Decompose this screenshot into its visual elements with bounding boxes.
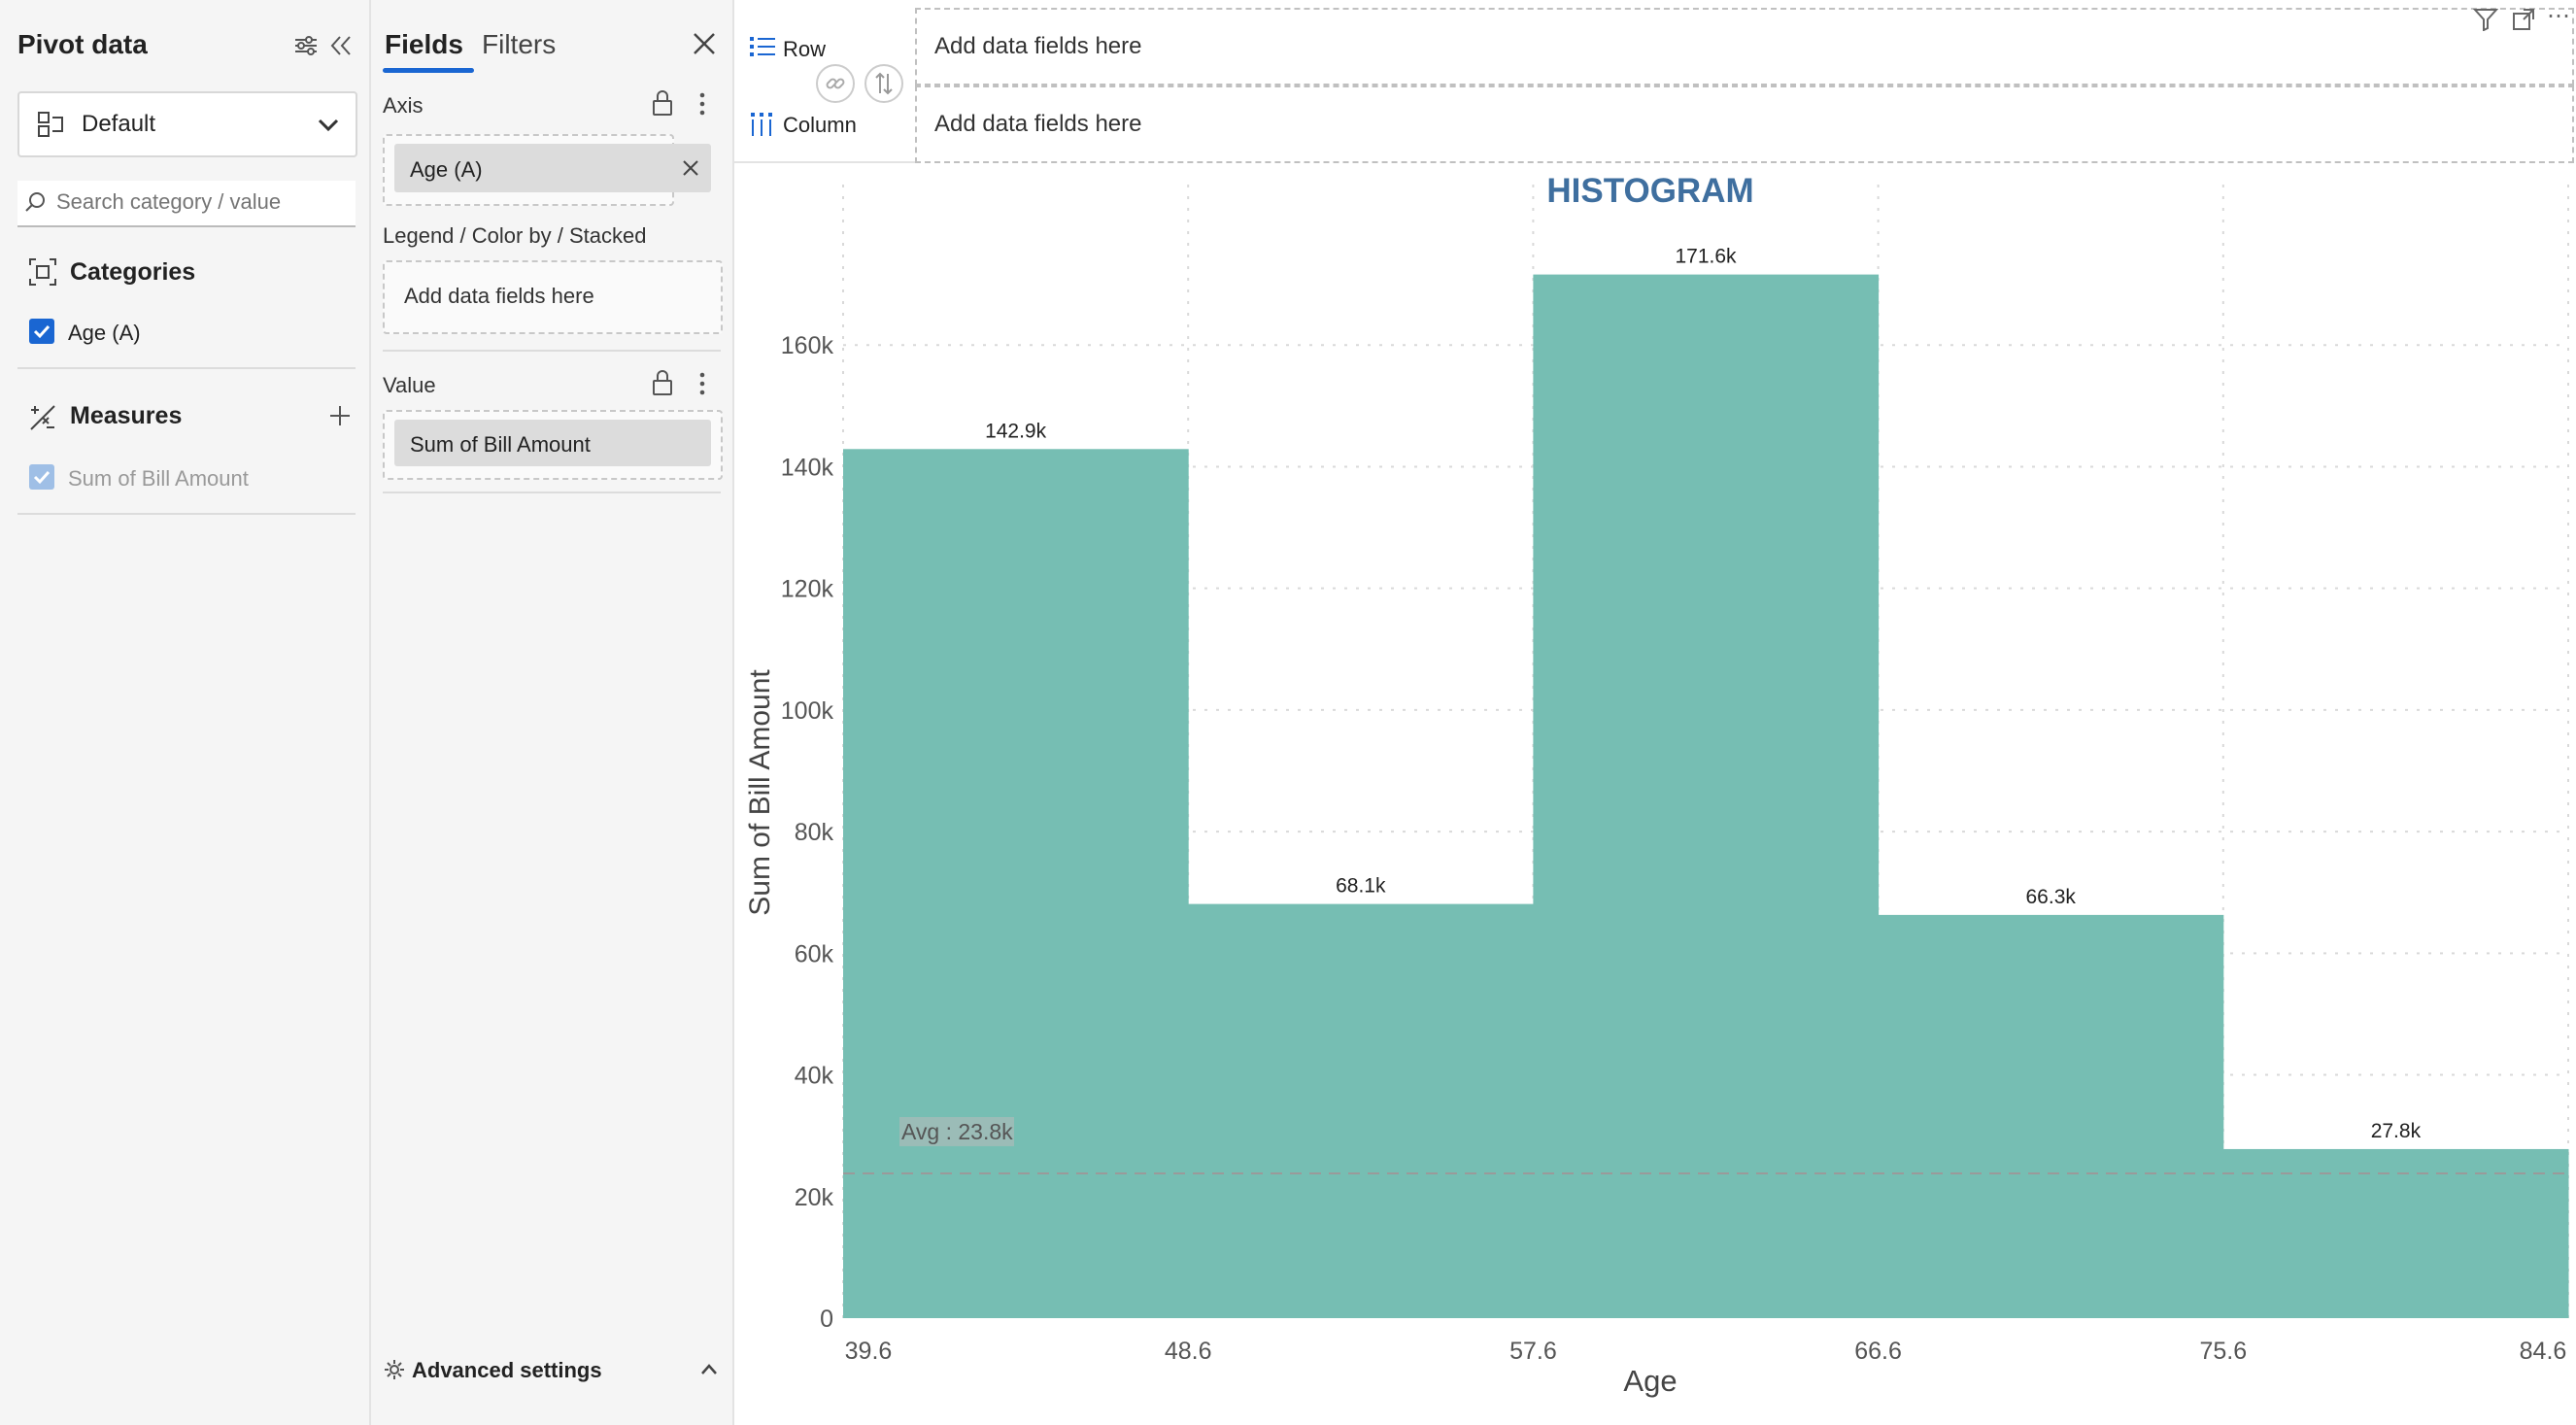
bar-data-label: 171.6k — [1675, 246, 1737, 268]
y-tick-label: 120k — [781, 576, 834, 603]
column-dropzone[interactable]: Add data fields here — [915, 85, 2574, 163]
histogram-bar — [1188, 903, 1534, 1318]
x-axis-title: Age — [1623, 1364, 1677, 1398]
filter-icon[interactable] — [2473, 8, 2498, 31]
checkbox-checked-icon[interactable] — [29, 319, 54, 344]
y-tick-label: 60k — [795, 940, 834, 967]
y-tick-label: 20k — [795, 1184, 834, 1211]
dropdown-value: Default — [82, 111, 156, 137]
chevron-up-icon — [699, 1360, 719, 1379]
value-field-chip[interactable]: Sum of Bill Amount — [394, 420, 711, 466]
checkbox-checked-disabled-icon — [29, 464, 54, 490]
column-shelf-label: Column — [783, 113, 857, 137]
row-placeholder: Add data fields here — [934, 33, 1142, 59]
more-options-icon[interactable] — [697, 371, 707, 396]
histogram-bar — [1533, 274, 1880, 1319]
category-item-label: Age (A) — [68, 321, 141, 345]
x-tick-label: 48.6 — [1165, 1338, 1212, 1365]
axis-chip-label: Age (A) — [410, 157, 483, 182]
column-placeholder: Add data fields here — [934, 111, 1142, 137]
row-shelf-label: Row — [783, 37, 827, 61]
lock-icon[interactable] — [651, 369, 674, 396]
row-dropzone[interactable]: Add data fields here — [915, 8, 2574, 85]
axis-dropzone[interactable]: Age (A) — [383, 134, 711, 206]
histogram-bar — [843, 449, 1189, 1318]
bar-data-label: 66.3k — [2026, 886, 2077, 908]
y-tick-label: 40k — [795, 1063, 834, 1090]
gear-icon — [383, 1358, 406, 1381]
fields-pane: Fields Filters Axis Age (A) Legend / Col… — [371, 0, 734, 1425]
x-tick-label: 66.6 — [1854, 1338, 1902, 1365]
legend-dropzone[interactable]: Add data fields here — [383, 260, 723, 334]
advanced-settings-label: Advanced settings — [412, 1358, 602, 1382]
chart-title: HISTOGRAM — [1546, 172, 1753, 210]
pivot-title: Pivot data — [17, 29, 148, 59]
column-icon — [750, 113, 773, 136]
search-icon — [23, 190, 47, 214]
bar-data-label: 27.8k — [2371, 1120, 2422, 1142]
more-options-icon[interactable] — [697, 91, 707, 117]
bar-data-label: 142.9k — [985, 420, 1047, 442]
x-tick-label: 75.6 — [2199, 1338, 2247, 1365]
link-icon[interactable] — [816, 64, 855, 103]
swap-axes-icon[interactable] — [864, 64, 903, 103]
settings-sliders-icon[interactable] — [293, 33, 319, 58]
histogram-bar — [1878, 914, 2224, 1318]
divider — [17, 513, 356, 515]
tab-fields[interactable]: Fields — [385, 29, 463, 60]
expand-icon[interactable] — [2512, 8, 2535, 31]
search-input[interactable] — [54, 187, 350, 218]
y-axis-title: Sum of Bill Amount — [744, 669, 776, 916]
close-icon[interactable] — [692, 31, 717, 56]
advanced-settings-toggle[interactable]: Advanced settings — [383, 1350, 721, 1389]
y-tick-label: 100k — [781, 697, 834, 725]
main-area: Row Add data fields here ⋯ Column Add da… — [734, 0, 2576, 1425]
legend-label: Legend / Color by / Stacked — [383, 223, 647, 248]
x-tick-label: 57.6 — [1509, 1338, 1557, 1365]
add-measure-plus-icon[interactable] — [328, 404, 352, 427]
categories-header: Categories — [70, 258, 196, 286]
lock-icon[interactable] — [651, 89, 674, 117]
y-tick-label: 140k — [781, 454, 834, 481]
pivot-pane: Pivot data Default Categories Age (A) Me… — [0, 0, 371, 1425]
measures-icon — [27, 402, 58, 433]
average-label: Avg : 23.8k — [901, 1119, 1013, 1144]
measures-header: Measures — [70, 402, 183, 429]
legend-placeholder: Add data fields here — [404, 284, 594, 308]
y-tick-label: 160k — [781, 332, 834, 359]
x-tick-label: 39.6 — [845, 1338, 893, 1365]
remove-field-icon[interactable] — [682, 159, 699, 177]
divider — [17, 367, 356, 369]
y-tick-label: 80k — [795, 819, 834, 846]
layout-icon — [35, 109, 66, 140]
categories-icon — [27, 256, 58, 288]
more-menu-icon[interactable]: ⋯ — [2547, 2, 2570, 30]
collapse-double-chevron-icon[interactable] — [328, 33, 354, 58]
search-box[interactable] — [17, 181, 356, 227]
axis-label: Axis — [383, 93, 424, 118]
bar-data-label: 68.1k — [1336, 875, 1386, 898]
histogram-bar — [2222, 1148, 2569, 1318]
axis-field-chip[interactable]: Age (A) — [394, 144, 711, 192]
measure-item-label: Sum of Bill Amount — [68, 466, 249, 491]
row-list-icon — [750, 35, 775, 58]
value-label: Value — [383, 373, 436, 397]
active-tab-indicator — [383, 68, 474, 73]
divider — [383, 350, 721, 352]
y-tick-label: 0 — [820, 1306, 833, 1333]
histogram-chart: HISTOGRAM Avg : 23.8k 142.9k 68.1k 171.6k 6… — [744, 172, 2569, 1398]
tab-filters[interactable]: Filters — [482, 29, 556, 60]
x-tick-label: 84.6 — [2520, 1338, 2567, 1365]
chevron-down-icon — [317, 113, 340, 136]
divider — [383, 492, 721, 493]
layout-dropdown[interactable]: Default — [17, 91, 357, 157]
value-chip-label: Sum of Bill Amount — [410, 432, 591, 457]
value-dropzone[interactable]: Sum of Bill Amount — [383, 410, 723, 480]
